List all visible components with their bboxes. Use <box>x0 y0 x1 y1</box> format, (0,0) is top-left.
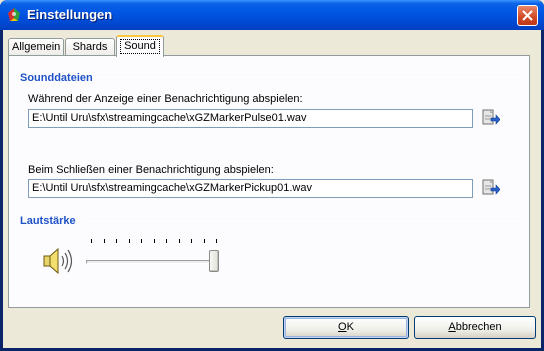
browse-close-sound-icon[interactable] <box>480 178 500 198</box>
ok-button[interactable]: OK <box>283 316 409 339</box>
speaker-icon <box>43 247 73 275</box>
volume-tick <box>91 239 92 243</box>
volume-slider-thumb[interactable] <box>209 250 219 272</box>
app-icon <box>8 8 20 21</box>
volume-tick <box>179 239 180 243</box>
volume-slider-track[interactable] <box>86 260 211 264</box>
tab-shards[interactable]: Shards <box>65 38 115 56</box>
dialog-window: Einstellungen Allgemein Shards Sound Sou… <box>0 0 544 351</box>
tab-allgemein[interactable]: Allgemein <box>8 38 64 56</box>
volume-tick <box>141 239 142 243</box>
window-title: Einstellungen <box>27 7 113 22</box>
tab-panel-sound: Sounddateien Während der Anzeige einer B… <box>8 55 530 308</box>
close-sound-label: Beim Schließen einer Benachrichtigung ab… <box>28 164 274 176</box>
browse-notify-sound-icon[interactable] <box>480 108 500 128</box>
tab-sound[interactable]: Sound <box>116 35 164 57</box>
volume-tick <box>104 239 105 243</box>
volume-tick <box>216 239 217 243</box>
group-separator <box>88 221 520 222</box>
close-sound-path-input[interactable]: E:\Until Uru\sfx\streamingcache\xGZMarke… <box>28 179 473 198</box>
volume-tick <box>204 239 205 243</box>
volume-tick <box>154 239 155 243</box>
volume-tick <box>129 239 130 243</box>
notify-sound-label: Während der Anzeige einer Benachrichtigu… <box>28 93 303 105</box>
volume-tick <box>166 239 167 243</box>
volume-tick <box>191 239 192 243</box>
volume-tick <box>116 239 117 243</box>
group-separator <box>97 77 520 78</box>
title-bar[interactable]: Einstellungen <box>0 0 544 30</box>
volume-slider[interactable] <box>84 236 219 276</box>
cancel-button[interactable]: Abbrechen <box>414 316 536 339</box>
close-button[interactable] <box>517 5 538 26</box>
dialog-client-area: Allgemein Shards Sound Sounddateien Währ… <box>3 30 541 348</box>
notify-sound-path-input[interactable]: E:\Until Uru\sfx\streamingcache\xGZMarke… <box>28 109 473 128</box>
group-title-sounddateien: Sounddateien <box>20 72 93 84</box>
close-icon <box>522 10 533 21</box>
group-title-lautstaerke: Lautstärke <box>20 215 76 227</box>
